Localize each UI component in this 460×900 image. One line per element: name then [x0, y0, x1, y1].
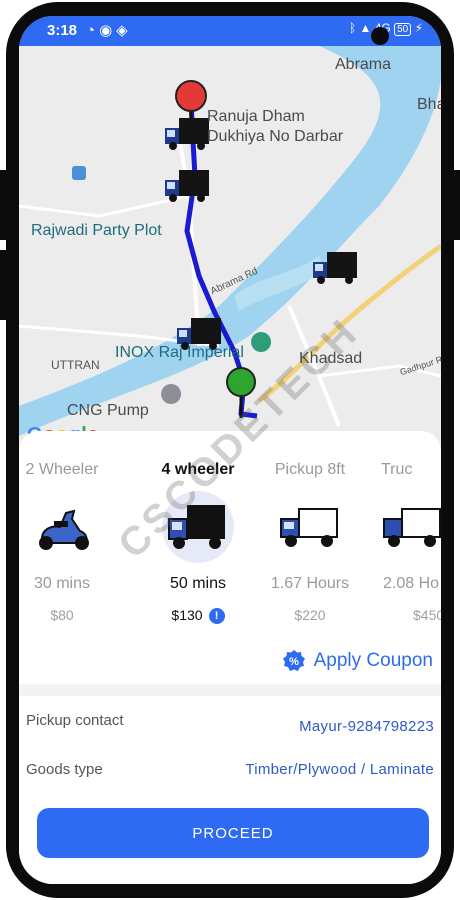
goods-type-label: Goods type	[26, 761, 103, 778]
map-label-cng: CNG Pump	[67, 402, 149, 419]
vehicle-price: $130!	[143, 607, 253, 625]
goods-type-value[interactable]: Timber/Plywood / Laminate	[245, 761, 434, 778]
truck-marker	[165, 118, 209, 150]
vehicle-option-truck[interactable]: Truc 2.08 Ho $450	[371, 439, 441, 623]
vehicle-eta: 50 mins	[169, 575, 227, 592]
app-screen: 3:18 ◔◉◈ ᛒ ▲ 4G 50 ⚡	[19, 16, 441, 884]
status-notification-icons: ◔◉◈	[86, 21, 132, 39]
map-label-rajwadi: Rajwadi Party Plot	[31, 222, 162, 239]
map-label-uttran: UTTRAN	[51, 358, 100, 372]
side-button	[0, 250, 8, 320]
bluetooth-icon: ᛒ	[348, 21, 357, 35]
apply-coupon-button[interactable]: % Apply Coupon	[282, 649, 433, 673]
svg-text:%: %	[289, 656, 299, 668]
vehicle-name: Truc	[381, 461, 413, 478]
status-time: 3:18	[47, 22, 78, 39]
side-button	[0, 170, 8, 240]
price-info-icon[interactable]: !	[208, 608, 225, 625]
vehicle-price: $450	[413, 607, 441, 623]
vehicle-price: $220	[294, 607, 326, 623]
record-icon: ◉	[99, 22, 117, 39]
end-pin[interactable]	[226, 367, 256, 418]
route-map[interactable]: Abrama Bha Ranuja Dham Dukhiya No Darbar…	[19, 46, 441, 451]
charging-icon: ⚡	[414, 21, 423, 35]
coupon-icon: %	[282, 650, 305, 671]
diamond-icon: ◈	[116, 22, 132, 39]
side-button	[452, 170, 460, 240]
device-frame: 3:18 ◔◉◈ ᛒ ▲ 4G 50 ⚡	[0, 0, 460, 900]
vehicle-name: Pickup 8ft	[274, 461, 346, 478]
vehicle-eta: 30 mins	[33, 575, 91, 592]
map-label-khadsad: Khadsad	[299, 350, 363, 367]
pickup-contact-label: Pickup contact	[26, 712, 124, 729]
map-label-inox: INOX Raj Imperial	[115, 344, 244, 361]
road	[19, 194, 190, 218]
scooter-icon	[26, 491, 98, 563]
vehicle-option-2-wheeler[interactable]: 2 Wheeler 30 mins $80	[19, 439, 117, 623]
apply-coupon-label: Apply Coupon	[313, 650, 433, 671]
truck-icon	[162, 491, 234, 563]
pickup-contact-value[interactable]: Mayur-9284798223	[299, 718, 434, 735]
vehicle-option-4-wheeler[interactable]: 4 wheeler 50 mins $130!	[143, 439, 253, 625]
vehicle-price: $80	[50, 607, 74, 623]
map-label-ranuja: Ranuja Dham	[207, 108, 305, 125]
booking-sheet: 2 Wheeler 30 mins $80 4 wheeler 50 mins …	[19, 431, 441, 884]
map-canvas	[19, 46, 441, 451]
pickup-truck-icon	[274, 491, 346, 563]
vehicle-eta: 2.08 Ho	[383, 575, 440, 592]
large-truck-icon	[377, 491, 441, 563]
proceed-button[interactable]: PROCEED	[37, 808, 429, 858]
map-label-bha: Bha	[417, 96, 441, 113]
vehicle-eta: 1.67 Hours	[270, 575, 350, 592]
map-label-abrama: Abrama	[335, 56, 392, 73]
front-camera	[371, 27, 389, 45]
vehicle-name: 2 Wheeler	[25, 461, 99, 478]
vehicle-name: 4 wheeler	[161, 461, 235, 478]
whatsapp-icon: ◔	[86, 22, 100, 39]
map-label-dukhiya: Dukhiya No Darbar	[207, 128, 344, 145]
status-bar: 3:18 ◔◉◈ ᛒ ▲ 4G 50 ⚡	[19, 16, 441, 46]
battery-icon: 50	[394, 23, 412, 36]
gas-station-icon	[161, 384, 182, 404]
train-station-icon	[72, 166, 86, 180]
vehicle-option-pickup-8ft[interactable]: Pickup 8ft 1.67 Hours $220	[255, 439, 365, 623]
cinema-icon	[251, 332, 272, 352]
section-divider	[19, 684, 441, 696]
